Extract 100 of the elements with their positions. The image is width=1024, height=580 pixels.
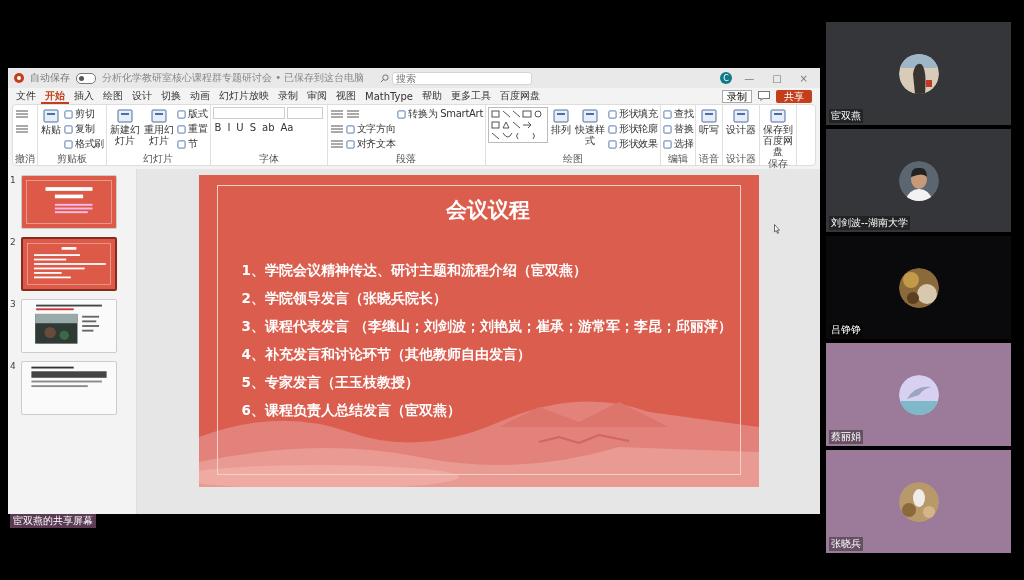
font-field[interactable] — [212, 107, 285, 119]
ribbon-button[interactable]: 节 — [177, 137, 208, 151]
ribbon-group-label: 字体 — [257, 153, 280, 165]
window-button[interactable]: □ — [766, 72, 788, 84]
agenda-item: 3、课程代表发言 （李继山；刘剑波；刘艳岚；崔承；游常军；李昆；邱丽萍） — [241, 317, 732, 336]
ribbon-group-label: 幻灯片 — [142, 153, 175, 165]
ribbon-button[interactable]: 对齐文本 — [345, 137, 396, 151]
autosave-toggle[interactable] — [76, 72, 96, 84]
format-button[interactable]: U — [234, 122, 246, 133]
participant-name: 蔡丽娟 — [829, 430, 863, 444]
ribbon-button[interactable]: 排列 — [550, 107, 573, 136]
app-logo-icon — [14, 73, 24, 83]
slide-number: 1 — [10, 175, 17, 185]
format-button[interactable]: Aa — [278, 122, 296, 133]
list-icon[interactable] — [329, 124, 344, 134]
ribbon-button[interactable]: 形状效果 — [608, 137, 658, 151]
ribbon-button[interactable]: 文字方向 — [345, 122, 396, 136]
search-field[interactable]: 搜索 — [392, 71, 533, 85]
video-tile[interactable]: 吕铮铮 — [826, 236, 1011, 339]
ribbon-button[interactable]: 听写 — [698, 107, 721, 136]
list-icon[interactable] — [15, 124, 29, 134]
menu-tab[interactable]: 切换 — [157, 88, 185, 104]
menu-tab[interactable]: 录制 — [274, 88, 302, 104]
menu-tab[interactable]: 插入 — [70, 88, 98, 104]
window-icon — [582, 108, 599, 124]
list-icon[interactable] — [329, 109, 344, 119]
ribbon-button[interactable]: 查找 — [662, 107, 694, 121]
ribbon-button[interactable]: 形状轮廓 — [608, 122, 658, 136]
square-icon — [608, 139, 618, 149]
window-icon — [43, 108, 59, 124]
video-tile[interactable]: 张晓兵 — [826, 450, 1011, 553]
ribbon-button[interactable]: 保存到百度网盘 — [762, 107, 795, 158]
participant-name: 宦双燕 — [829, 109, 863, 123]
agenda-item: 1、学院会议精神传达、研讨主题和流程介绍（宦双燕） — [241, 261, 587, 280]
agenda-item: 2、学院领导发言（张晓兵院长） — [241, 289, 447, 308]
menu-tab[interactable]: 更多工具 — [447, 88, 495, 104]
agenda-item: 4、补充发言和讨论环节（其他教师自由发言） — [241, 345, 531, 364]
list-icon[interactable] — [15, 109, 29, 119]
ribbon-button[interactable]: 格式刷 — [64, 137, 105, 151]
menu-tab[interactable]: 幻灯片放映 — [215, 88, 273, 104]
ribbon-button[interactable]: 新建幻灯片 — [109, 107, 142, 147]
menu-tab[interactable]: 动画 — [186, 88, 214, 104]
ribbon-button[interactable]: 快速样式 — [574, 107, 607, 147]
square-icon — [177, 139, 187, 149]
ribbon-group-label: 撤消 — [15, 153, 35, 165]
square-icon — [345, 139, 355, 149]
ribbon-button[interactable]: 重用幻灯片 — [143, 107, 176, 147]
ribbon-group-label: 保存 — [767, 158, 790, 170]
participant-name: 刘剑波--湖南大学 — [829, 216, 911, 230]
ribbon-button[interactable]: 替换 — [662, 122, 694, 136]
slide-thumbnail[interactable] — [21, 237, 117, 291]
ribbon-button[interactable]: 版式 — [177, 107, 208, 121]
font-field[interactable] — [286, 107, 323, 119]
window-button[interactable]: — — [738, 72, 761, 84]
ribbon-button[interactable]: 剪切 — [64, 107, 105, 121]
ribbon-button[interactable]: 复制 — [64, 122, 105, 136]
ribbon-button[interactable]: 粘贴 — [40, 107, 62, 136]
ribbon-button[interactable]: 重置 — [177, 122, 208, 136]
ribbon-button[interactable]: 转换为 SmartArt — [397, 107, 484, 121]
format-button[interactable]: B — [212, 122, 224, 133]
square-icon — [608, 109, 618, 119]
ribbon-group-label: 语音 — [698, 153, 721, 165]
comment-icon[interactable] — [758, 91, 770, 101]
video-tile[interactable]: 刘剑波--湖南大学 — [826, 129, 1011, 232]
ribbon-group-label: 绘图 — [561, 153, 584, 165]
menu-tab[interactable]: 帮助 — [418, 88, 446, 104]
window-icon — [701, 108, 718, 124]
menu-tab[interactable]: 文件 — [12, 88, 40, 104]
share-button[interactable]: 共享 — [776, 89, 812, 103]
list-icon[interactable] — [329, 139, 344, 149]
square-icon — [64, 124, 73, 134]
record-button[interactable]: 录制 — [722, 89, 752, 103]
format-button[interactable]: S — [247, 122, 259, 133]
format-button[interactable]: I — [225, 122, 233, 133]
square-icon — [64, 139, 73, 149]
slide-number: 4 — [10, 361, 17, 371]
square-icon — [608, 124, 618, 134]
video-tile[interactable]: 宦双燕 — [826, 22, 1011, 125]
menu-tab[interactable]: 审阅 — [303, 88, 331, 104]
video-tile[interactable]: 蔡丽娟 — [826, 343, 1011, 446]
ribbon-button[interactable]: 形状填充 — [608, 107, 658, 121]
ribbon-group-label: 段落 — [395, 153, 418, 165]
format-button[interactable]: ab — [260, 122, 277, 133]
ribbon-group-label: 设计器 — [725, 153, 758, 165]
window-button[interactable]: × — [793, 72, 814, 84]
list-icon[interactable] — [345, 109, 360, 119]
user-avatar[interactable]: C — [720, 72, 733, 84]
menu-tab[interactable]: 设计 — [128, 88, 156, 104]
window-icon — [151, 108, 168, 124]
menu-tab[interactable]: 视图 — [332, 88, 360, 104]
menu-tab[interactable]: 绘图 — [99, 88, 127, 104]
menu-tab[interactable]: MathType — [361, 88, 417, 104]
menu-tab[interactable]: 百度网盘 — [496, 88, 544, 104]
ribbon-button[interactable]: 选择 — [662, 137, 694, 151]
square-icon — [64, 109, 73, 119]
shape-gallery-icon[interactable] — [488, 107, 549, 143]
ribbon-button[interactable]: 设计器 — [725, 107, 758, 136]
ribbon-group-label: 编辑 — [667, 153, 690, 165]
shared-screen-label: 宦双燕的共享屏幕 — [10, 514, 96, 528]
window-icon — [770, 108, 787, 124]
